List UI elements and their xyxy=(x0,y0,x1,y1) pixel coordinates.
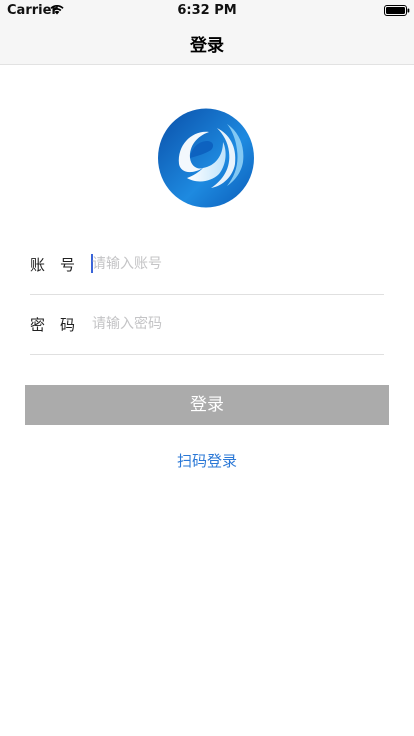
app-logo-icon xyxy=(158,108,254,208)
clock-label: 6:32 PM xyxy=(177,3,237,18)
account-label: 账 号 xyxy=(30,256,76,274)
password-input[interactable] xyxy=(92,312,382,336)
page-title: 登录 xyxy=(190,36,224,56)
account-row: 账 号 xyxy=(30,234,384,295)
navigation-bar: 登录 xyxy=(0,20,414,65)
status-bar: Carrier 6:32 PM xyxy=(0,0,414,20)
scan-login-link[interactable]: 扫码登录 xyxy=(0,450,414,471)
password-row: 密 码 xyxy=(30,294,384,355)
password-label: 密 码 xyxy=(30,316,76,334)
login-button[interactable]: 登录 xyxy=(25,385,389,425)
account-input[interactable] xyxy=(92,252,382,276)
login-screen: Carrier 6:32 PM 登录 账 号 请输入账号 密 码 登录 扫码登录 xyxy=(0,0,414,736)
battery-icon xyxy=(384,5,410,16)
